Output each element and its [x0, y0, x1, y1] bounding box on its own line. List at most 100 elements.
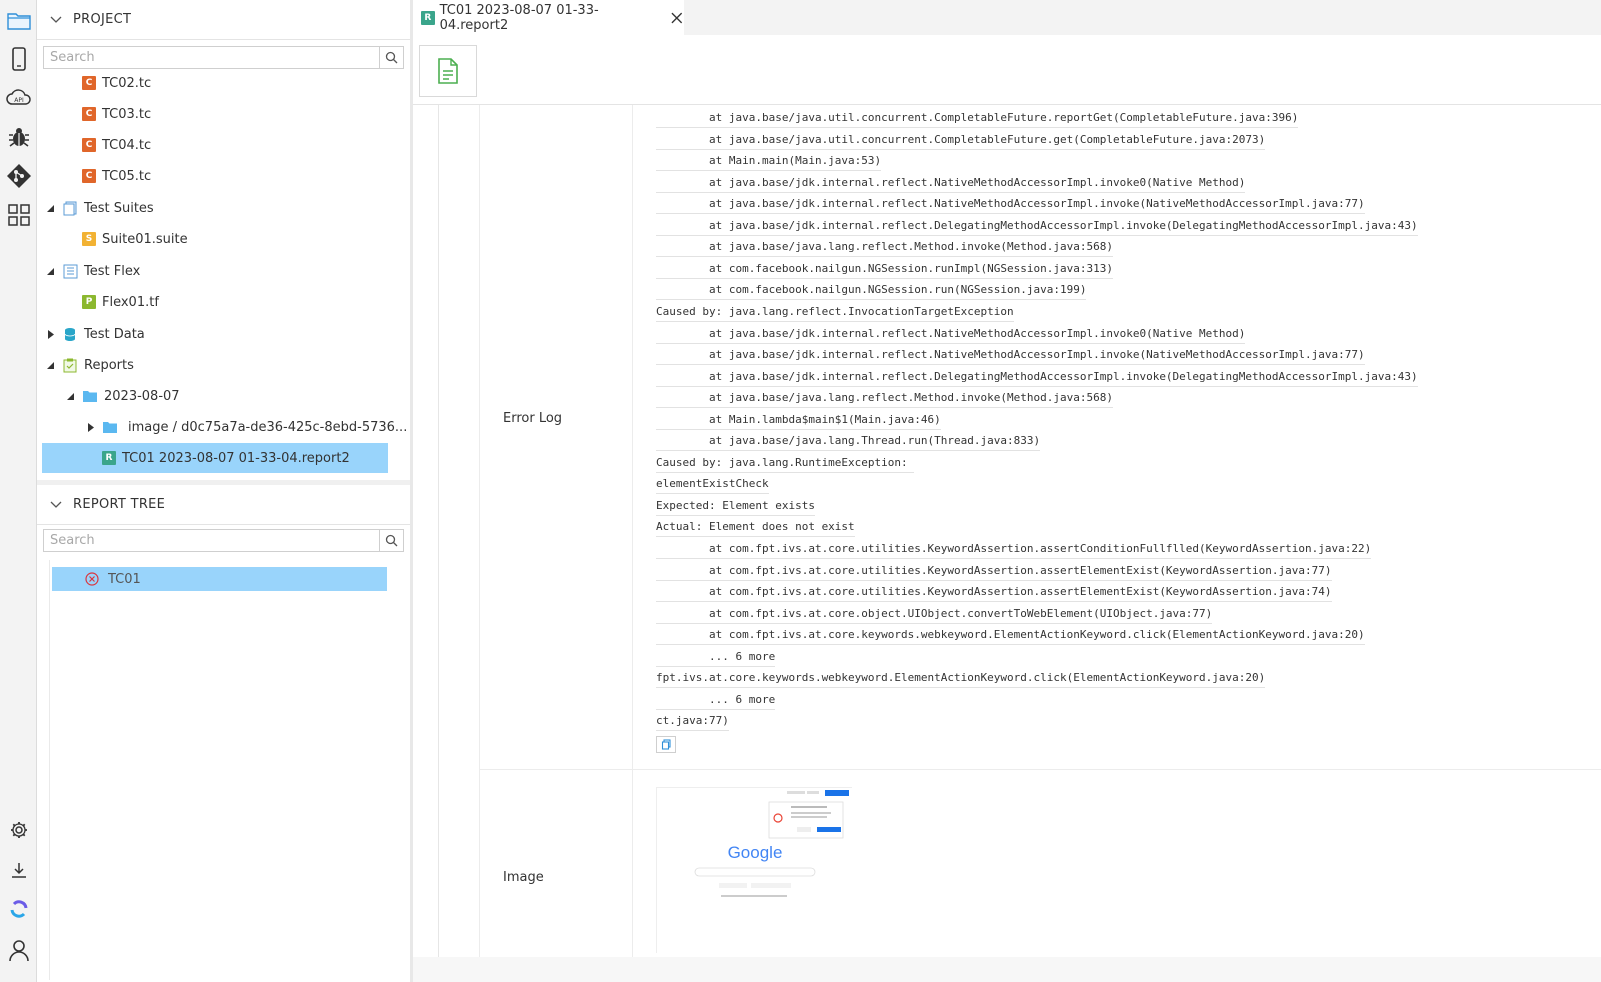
log-line: at java.base/java.lang.Thread.run(Thread… — [656, 431, 1041, 452]
collapsed-triangle-icon[interactable] — [84, 421, 96, 433]
tree-item-flex01[interactable]: P Flex01.tf — [82, 287, 159, 317]
copy-button[interactable] — [656, 736, 676, 753]
editor-area: R TC01 2023-08-07 01-33-04.report2 Error… — [413, 0, 1601, 982]
tree-item-label: image / d0c75a7a-de36-425c-8ebd-5736... — [128, 419, 408, 435]
tree-item-label: 2023-08-07 — [104, 388, 180, 404]
folder-icon[interactable] — [4, 5, 34, 35]
tree-folder-reports[interactable]: Reports — [44, 350, 134, 380]
search-icon[interactable] — [379, 530, 403, 551]
report-toolbar — [413, 35, 1601, 105]
folder-icon — [82, 388, 98, 404]
log-line: at Main.lambda$main$1(Main.java:46) — [656, 409, 941, 430]
settings-gear-icon[interactable] — [4, 815, 34, 845]
tree-folder-2023-08-07[interactable]: 2023-08-07 — [64, 381, 180, 411]
tab-bar: R TC01 2023-08-07 01-33-04.report2 — [413, 0, 1601, 35]
log-line: at com.fpt.ivs.at.core.object.UIObject.c… — [656, 603, 1213, 624]
tree-folder-test-suites[interactable]: Test Suites — [44, 193, 154, 223]
tree-item-tc02[interactable]: C TC02.tc — [82, 68, 151, 98]
chevron-down-icon — [50, 16, 62, 23]
log-line: at com.fpt.ivs.at.core.utilities.Keyword… — [656, 539, 1372, 559]
log-line: fpt.ivs.at.core.keywords.webkeyword.Elem… — [656, 668, 1266, 689]
row-divider — [479, 769, 1601, 770]
test-flex-icon — [62, 263, 78, 279]
tree-item-label: Reports — [84, 357, 134, 373]
report-tree-item-tc01[interactable]: TC01 — [52, 567, 387, 591]
close-icon[interactable] — [670, 11, 684, 25]
log-line: Actual: Element does not exist — [656, 517, 855, 538]
tree-item-label: Suite01.suite — [102, 231, 188, 247]
chevron-down-icon — [50, 501, 62, 508]
document-icon — [438, 58, 458, 84]
expanded-triangle-icon[interactable] — [44, 265, 56, 277]
failed-status-icon — [84, 571, 100, 587]
log-line: at java.base/jdk.internal.reflect.Delega… — [656, 215, 1418, 236]
tree-item-label: Flex01.tf — [102, 294, 159, 310]
brand-logo-icon[interactable] — [4, 894, 34, 924]
log-line: at java.base/jdk.internal.reflect.Native… — [656, 345, 1365, 366]
project-search-input[interactable] — [44, 47, 379, 68]
side-panel: PROJECT C TC02.tc C TC03.tc C TC04.tc C … — [37, 0, 413, 982]
testcase-badge-icon: C — [82, 76, 96, 90]
tree-item-label: Test Suites — [84, 200, 154, 216]
log-line: Caused by: java.lang.reflect.InvocationT… — [656, 301, 1014, 322]
testcase-badge-icon: C — [82, 169, 96, 183]
tree-item-label: TC03.tc — [102, 106, 152, 122]
column-divider — [632, 105, 633, 957]
tree-folder-image[interactable]: image / d0c75a7a-de36-425c-8ebd-5736... — [84, 412, 407, 442]
log-line: at java.base/jdk.internal.reflect.Native… — [656, 194, 1365, 215]
tree-item-label: TC01 — [108, 571, 141, 587]
mobile-icon[interactable] — [4, 44, 34, 74]
export-document-button[interactable] — [419, 45, 477, 97]
tree-folder-test-data[interactable]: Test Data — [44, 319, 145, 349]
log-line: ... 6 more — [656, 646, 776, 667]
tab-report[interactable]: R TC01 2023-08-07 01-33-04.report2 — [413, 0, 684, 35]
expanded-triangle-icon[interactable] — [44, 359, 56, 371]
tree-item-tc04[interactable]: C TC04.tc — [82, 130, 151, 160]
expanded-triangle-icon[interactable] — [64, 390, 76, 402]
download-icon[interactable] — [4, 855, 34, 885]
log-line: at com.fpt.ivs.at.core.utilities.Keyword… — [656, 582, 1332, 603]
screenshot-thumbnail[interactable]: Google — [656, 787, 853, 954]
log-line: at java.base/jdk.internal.reflect.Native… — [656, 172, 1246, 193]
git-icon[interactable] — [4, 161, 34, 191]
collapsed-triangle-icon[interactable] — [44, 328, 56, 340]
report-tree-search — [43, 529, 404, 552]
report-tree-gutter — [49, 560, 50, 980]
report-tree-section-title: REPORT TREE — [73, 497, 166, 512]
log-line: Expected: Element exists — [656, 495, 815, 516]
project-search — [43, 46, 404, 69]
extensions-grid-icon[interactable] — [4, 200, 34, 230]
tree-item-label: TC04.tc — [102, 137, 152, 153]
tree-item-label: Test Data — [84, 326, 145, 342]
search-icon[interactable] — [379, 47, 403, 68]
column-divider — [479, 105, 480, 957]
tree-item-report-selected[interactable]: R TC01 2023-08-07 01-33-04.report2 — [42, 443, 388, 473]
suite-badge-icon: S — [82, 232, 96, 246]
tree-item-label: TC01 2023-08-07 01-33-04.report2 — [122, 450, 350, 466]
copy-icon — [661, 739, 671, 750]
reports-icon — [62, 357, 78, 373]
tree-item-tc03[interactable]: C TC03.tc — [82, 99, 151, 129]
database-icon — [62, 326, 78, 342]
report-tree-search-input[interactable] — [44, 530, 379, 551]
google-logo: Google — [728, 843, 783, 862]
image-label: Image — [503, 870, 544, 885]
tree-item-suite01[interactable]: S Suite01.suite — [82, 224, 188, 254]
tree-folder-test-flex[interactable]: Test Flex — [44, 256, 140, 286]
testcase-badge-icon: C — [82, 138, 96, 152]
tree-item-label: Test Flex — [84, 263, 141, 279]
bug-icon[interactable] — [4, 122, 34, 152]
report-detail-table: Error Log at java.base/java.util.concurr… — [438, 105, 1601, 957]
log-line: Caused by: java.lang.RuntimeException: — [656, 452, 915, 473]
expanded-triangle-icon[interactable] — [44, 202, 56, 214]
api-cloud-icon[interactable]: API — [4, 83, 34, 113]
tree-item-tc05[interactable]: C TC05.tc — [82, 161, 151, 191]
project-section-title: PROJECT — [73, 12, 132, 27]
tree-item-label: TC02.tc — [102, 75, 152, 91]
tree-item-label: TC05.tc — [102, 168, 152, 184]
project-section-header[interactable]: PROJECT — [37, 0, 410, 40]
log-line: at com.fpt.ivs.at.core.utilities.Keyword… — [656, 560, 1332, 581]
report-tree-section-header[interactable]: REPORT TREE — [37, 485, 410, 525]
app-window: API PROJECT Search C TC02.tc C TC03.tc C… — [0, 0, 1601, 982]
user-account-icon[interactable] — [4, 935, 34, 965]
